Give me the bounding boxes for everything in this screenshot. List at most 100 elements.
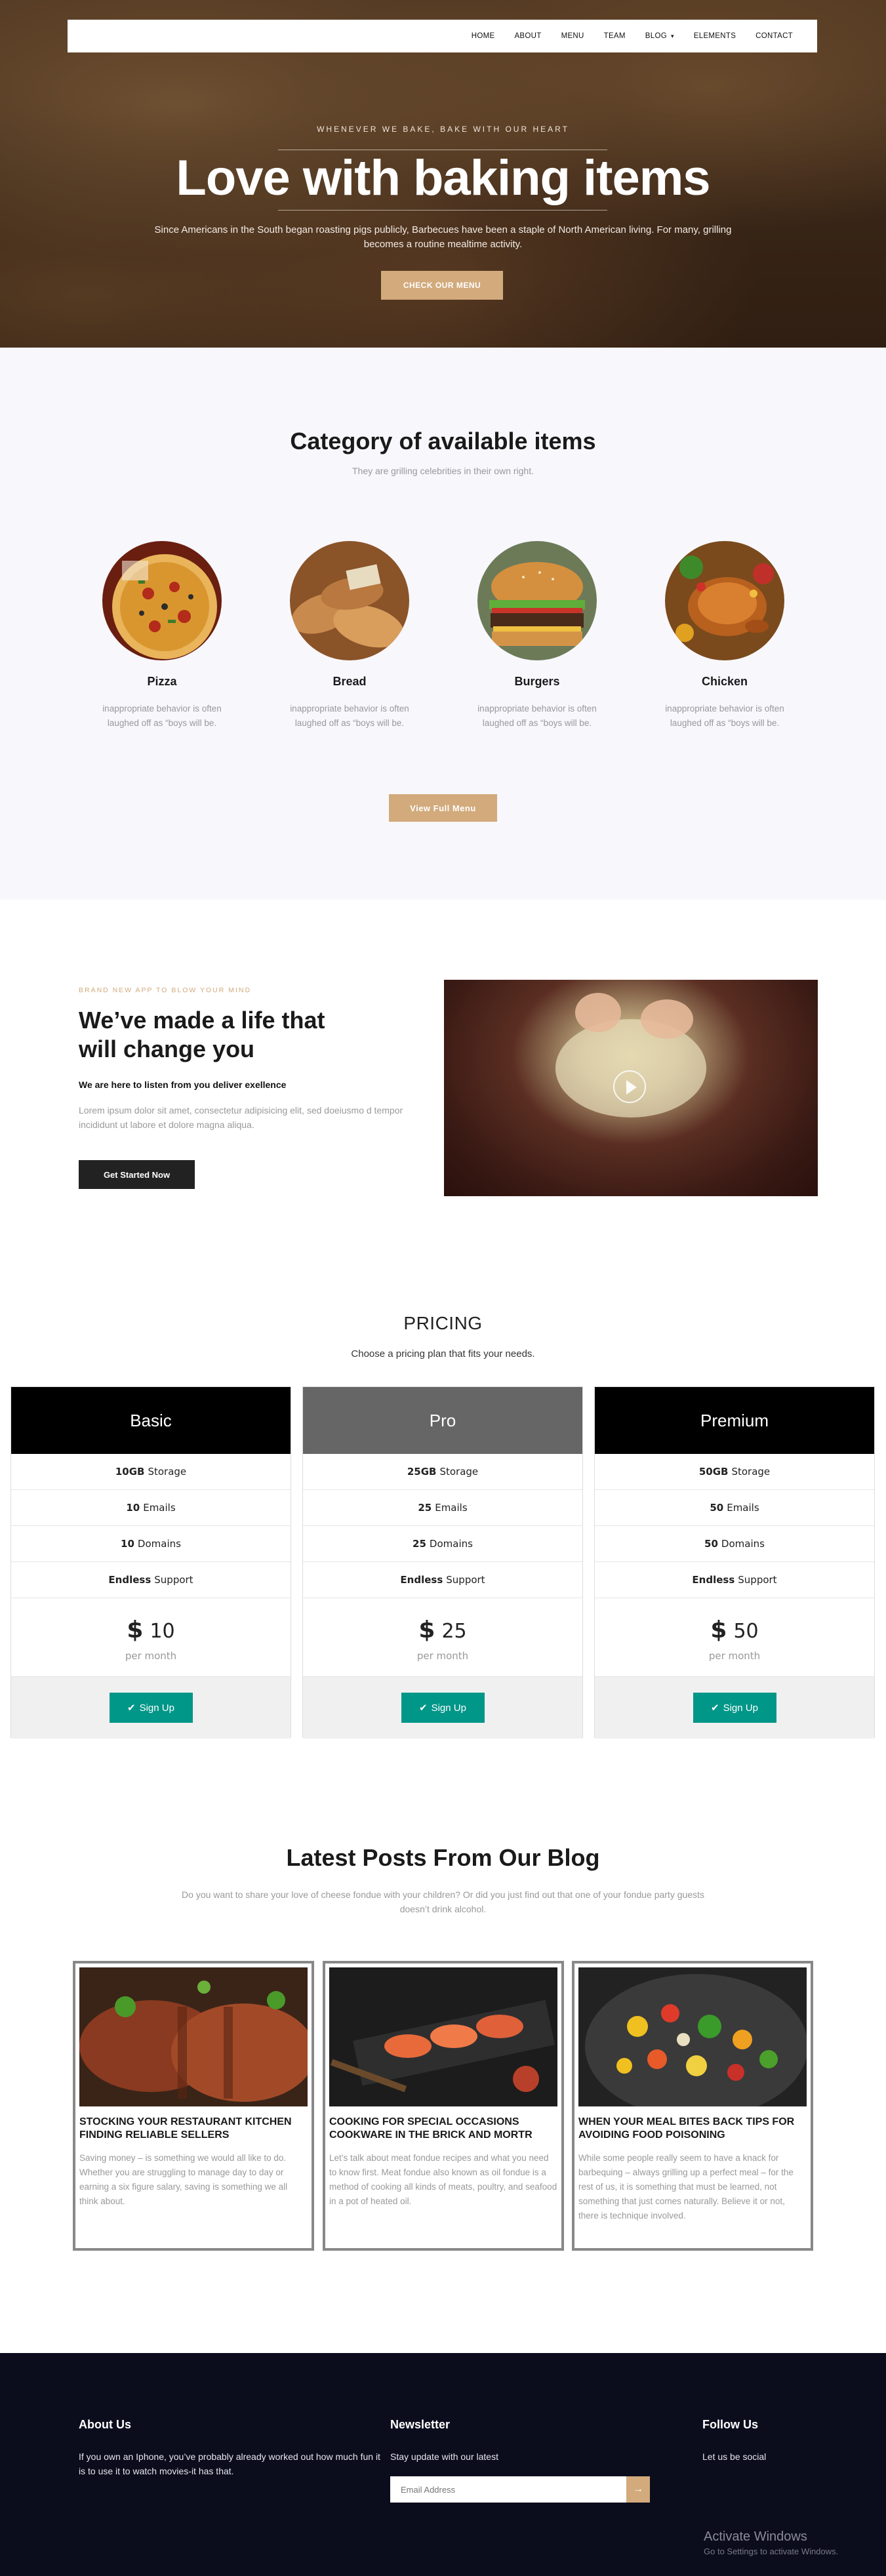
category-item-name: Bread (332, 675, 367, 688)
price-amount: $25 (303, 1598, 582, 1643)
view-full-menu-button[interactable]: View Full Menu (389, 794, 497, 822)
category-item-pizza[interactable]: Pizza inappropriate behavior is often la… (90, 541, 234, 731)
price-value: 25 (441, 1620, 467, 1643)
pricing-subtitle: Choose a pricing plan that fits your nee… (351, 1348, 535, 1359)
arrow-right-icon[interactable]: → (626, 2476, 650, 2503)
pizza-image (102, 541, 222, 660)
blog-section: Latest Posts From Our Blog Do you want t… (0, 1785, 886, 2353)
plan-domains: 50 Domains (595, 1526, 874, 1562)
footer-follow-text: Let us be social (702, 2451, 767, 2462)
blog-post-1[interactable]: STOCKING YOUR RESTAURANT KITCHEN FINDING… (73, 1961, 314, 2251)
check-icon: ✔ (419, 1702, 428, 1714)
storage-value: 25GB (407, 1466, 437, 1478)
footer-follow-title: Follow Us (702, 2418, 758, 2431)
category-item-chicken[interactable]: Chicken inappropriate behavior is often … (653, 541, 797, 731)
feature-body: Lorem ipsum dolor sit amet, consectetur … (79, 1105, 403, 1130)
blog-post-title[interactable]: WHEN YOUR MEAL BITES BACK TIPS FOR AVOID… (578, 2116, 807, 2142)
price-value: 10 (150, 1620, 175, 1643)
currency-symbol: $ (418, 1617, 435, 1643)
support-value: Endless (400, 1574, 443, 1586)
get-started-button[interactable]: Get Started Now (79, 1160, 195, 1189)
footer-about-text: If you own an Iphone, you’ve probably al… (79, 2451, 380, 2476)
plan-domains: 10 Domains (11, 1526, 291, 1562)
support-label: Support (154, 1574, 193, 1586)
check-menu-button[interactable]: CHECK OUR MENU (381, 271, 503, 300)
domains-label: Domains (137, 1538, 181, 1550)
sign-up-button[interactable]: ✔ Sign Up (109, 1693, 193, 1723)
storage-label: Storage (731, 1466, 771, 1478)
plan-storage: 50GB Storage (595, 1454, 874, 1490)
check-icon: ✔ (711, 1702, 719, 1714)
storage-label: Storage (439, 1466, 479, 1478)
footer-newsletter-title: Newsletter (390, 2418, 451, 2431)
category-section: Category of available items They are gri… (0, 348, 886, 900)
plan-footer: ✔ Sign Up (11, 1677, 291, 1739)
video-thumbnail[interactable] (444, 980, 818, 1196)
blog-title: Latest Posts From Our Blog (286, 1844, 600, 1871)
plan-header: Pro (303, 1387, 582, 1454)
category-title: Category of available items (290, 428, 596, 454)
feature-section: BRAND NEW APP TO BLOW YOUR MIND We’ve ma… (0, 900, 886, 1300)
hero-tagline: WHENEVER WE BAKE, BAKE WITH OUR HEART (317, 125, 569, 134)
play-icon[interactable] (613, 1070, 646, 1103)
sign-up-button[interactable]: ✔ Sign Up (693, 1693, 776, 1723)
sign-up-button[interactable]: ✔ Sign Up (401, 1693, 485, 1723)
plan-footer: ✔ Sign Up (595, 1677, 874, 1739)
plan-support: Endless Support (595, 1562, 874, 1598)
price-period: per month (125, 1650, 177, 1662)
price-amount: $10 (11, 1598, 291, 1643)
activate-windows-title: Activate Windows (704, 2529, 807, 2544)
category-item-burgers[interactable]: Burgers inappropriate behavior is often … (465, 541, 609, 731)
price-value: 50 (733, 1620, 759, 1643)
footer-about-title: About Us (79, 2418, 131, 2431)
hero-description: Since Americans in the South began roast… (154, 224, 732, 250)
currency-symbol: $ (127, 1617, 144, 1643)
salad-image (578, 1967, 807, 2106)
hero-divider-bottom (278, 210, 607, 211)
plan-price: $10 per month (11, 1598, 291, 1677)
feature-lead: We are here to listen from you deliver e… (79, 1079, 287, 1090)
storage-value: 50GB (698, 1466, 729, 1478)
plan-pro: Pro 25GB Storage 25 Emails 25 Domains Endle… (302, 1386, 583, 1739)
blog-post-excerpt: Let’s talk about meat fondue recipes and… (329, 2153, 557, 2206)
domains-value: 25 (413, 1538, 426, 1550)
category-item-text: inappropriate behavior is often laughed … (477, 704, 597, 728)
sign-up-label: Sign Up (139, 1702, 174, 1714)
blog-post-title[interactable]: COOKING FOR SPECIAL OCCASIONS COOKWARE I… (329, 2116, 557, 2142)
blog-post-excerpt: Saving money – is something we would all… (79, 2153, 288, 2206)
pricing-title: PRICING (403, 1313, 483, 1333)
blog-post-title[interactable]: STOCKING YOUR RESTAURANT KITCHEN FINDING… (79, 2116, 308, 2142)
blog-post-excerpt: While some people really seem to have a … (578, 2153, 794, 2221)
emails-value: 10 (126, 1502, 140, 1514)
sushi-image (329, 1967, 557, 2106)
category-item-name: Burgers (514, 675, 560, 688)
support-value: Endless (692, 1574, 735, 1586)
plan-support: Endless Support (303, 1562, 582, 1598)
category-item-bread[interactable]: Bread inappropriate behavior is often la… (277, 541, 422, 731)
chicken-image (665, 541, 784, 660)
category-item-name: Pizza (147, 675, 177, 688)
support-label: Support (738, 1574, 777, 1586)
newsletter-email-input[interactable] (390, 2476, 630, 2503)
domains-label: Domains (721, 1538, 765, 1550)
blog-post-3[interactable]: WHEN YOUR MEAL BITES BACK TIPS FOR AVOID… (572, 1961, 813, 2251)
plan-price: $50 per month (595, 1598, 874, 1677)
plan-domains: 25 Domains (303, 1526, 582, 1562)
category-item-text: inappropriate behavior is often laughed … (665, 704, 784, 728)
hero-title: Love with baking items (176, 150, 710, 206)
pricing-section: PRICING Choose a pricing plan that fits … (0, 1300, 886, 1785)
check-icon: ✔ (127, 1702, 136, 1714)
plan-emails: 10 Emails (11, 1490, 291, 1526)
page: HOME ABOUT MENU TEAM BLOG ▾ ELEMENTS CONT… (0, 0, 886, 2576)
emails-label: Emails (143, 1502, 176, 1514)
blog-subtitle: Do you want to share your love of cheese… (182, 1889, 704, 1914)
category-item-name: Chicken (701, 675, 748, 688)
blog-post-2[interactable]: COOKING FOR SPECIAL OCCASIONS COOKWARE I… (323, 1961, 564, 2251)
hero-section: HOME ABOUT MENU TEAM BLOG ▾ ELEMENTS CONT… (0, 0, 886, 348)
emails-value: 50 (710, 1502, 724, 1514)
feature-title: We’ve made a life that will change you (79, 1007, 325, 1062)
currency-symbol: $ (710, 1617, 727, 1643)
hero-content: WHENEVER WE BAKE, BAKE WITH OUR HEART Lo… (0, 0, 886, 348)
activate-windows-text: Go to Settings to activate Windows. (704, 2546, 839, 2556)
plan-emails: 50 Emails (595, 1490, 874, 1526)
